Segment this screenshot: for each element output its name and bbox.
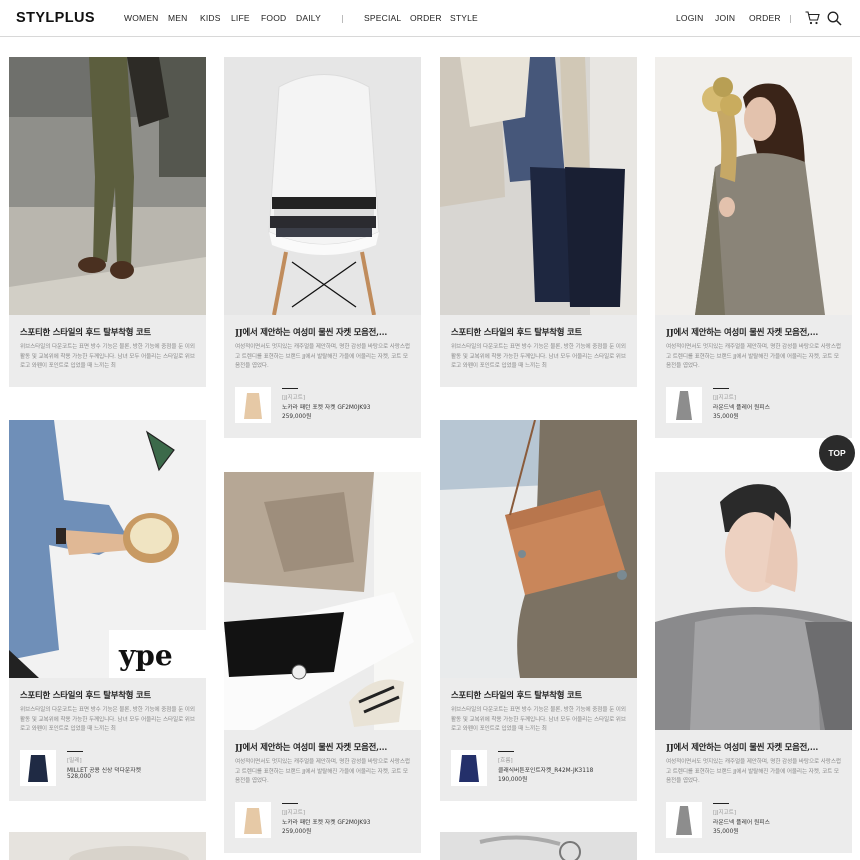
nav-order-link[interactable]: ORDER bbox=[749, 13, 781, 23]
product-price: 528,000 bbox=[67, 774, 91, 780]
article-description: 위브스타일의 다운코트는 표면 방수 기능은 물론, 방한 기능에 중점을 둔 … bbox=[451, 707, 626, 732]
product-thumbnail[interactable] bbox=[235, 387, 271, 423]
product-divider bbox=[498, 751, 514, 752]
article-title[interactable]: JJ에서 제안하는 여성미 물씬 자켓 모음전,... bbox=[666, 326, 846, 338]
product-divider bbox=[713, 388, 729, 389]
product-divider bbox=[282, 803, 298, 804]
nav-women[interactable]: WOMEN bbox=[124, 13, 159, 23]
product-brand: [JJ지고트] bbox=[713, 395, 737, 401]
site-logo[interactable]: STYLPLUS bbox=[16, 10, 95, 26]
product-name[interactable]: 노카라 패턴 포켓 자켓 GF2M0JK93 bbox=[282, 817, 370, 826]
product-name[interactable]: 노카라 패턴 포켓 자켓 GF2M0JK93 bbox=[282, 402, 370, 411]
article-description: 여성적이면서도 멋지있는 캐주얼을 제안하며, 명한 감성을 바탕으로 사랑스럽… bbox=[235, 344, 410, 369]
article-title[interactable]: 스포티한 스타일의 후드 탈부착형 코트 bbox=[451, 689, 631, 701]
article-image bbox=[9, 57, 206, 315]
product-brand: [흐름] bbox=[498, 758, 513, 764]
product-name[interactable]: 라운드넥 플레어 원피스 bbox=[713, 402, 770, 411]
product-item[interactable]: [JJ지고트] 라운드넥 플레어 원피스 35,000원 bbox=[666, 387, 846, 423]
article-image: ype bbox=[9, 420, 206, 678]
nav-life[interactable]: LIFE bbox=[231, 13, 250, 23]
nav-food[interactable]: FOOD bbox=[261, 13, 286, 23]
article-card[interactable]: JJ에서 제안하는 여성미 물씬 자켓 모음전,... 여성적이면서도 멋지있는… bbox=[224, 57, 421, 438]
product-brand: [JJ지고트] bbox=[282, 395, 306, 401]
cart-icon[interactable] bbox=[805, 11, 820, 25]
article-image bbox=[224, 472, 421, 730]
nav-join[interactable]: JOIN bbox=[715, 13, 735, 23]
product-thumbnail[interactable] bbox=[666, 387, 702, 423]
article-card[interactable] bbox=[9, 832, 206, 860]
product-price: 190,000원 bbox=[498, 777, 528, 783]
product-price: 259,000원 bbox=[282, 829, 312, 835]
article-card[interactable]: 스포티한 스타일의 후드 탈부착형 코트 위브스타일의 다운코트는 표면 방수 … bbox=[440, 420, 637, 801]
article-card[interactable] bbox=[440, 832, 637, 860]
article-description: 여성적이면서도 멋지있는 캐주얼을 제안하며, 명한 감성을 바탕으로 사랑스럽… bbox=[666, 344, 841, 369]
product-brand: [밀레] bbox=[67, 758, 82, 764]
product-price: 35,000원 bbox=[713, 829, 739, 835]
nav-divider bbox=[342, 15, 343, 23]
nav-daily[interactable]: DAILY bbox=[296, 13, 321, 23]
article-card[interactable]: ype 스포티한 스타일의 후드 탈부착형 코트 위브스타일의 다운코트는 표면… bbox=[9, 420, 206, 801]
article-title[interactable]: JJ에서 제안하는 여성미 물씬 자켓 모음전,... bbox=[235, 741, 415, 753]
product-price: 35,000원 bbox=[713, 414, 739, 420]
search-icon[interactable] bbox=[827, 11, 842, 26]
product-item[interactable]: [JJ지고트] 노카라 패턴 포켓 자켓 GF2M0JK93 259,000원 bbox=[235, 802, 415, 838]
article-title[interactable]: 스포티한 스타일의 후드 탈부착형 코트 bbox=[451, 326, 631, 338]
article-image bbox=[655, 57, 852, 315]
product-brand: [JJ지고트] bbox=[713, 810, 737, 816]
nav-divider bbox=[790, 15, 791, 23]
article-description: 여성적이면서도 멋지있는 캐주얼을 제안하며, 명한 감성을 바탕으로 사랑스럽… bbox=[235, 759, 410, 784]
nav-style[interactable]: STYLE bbox=[450, 13, 478, 23]
article-image bbox=[655, 472, 852, 730]
product-brand: [JJ지고트] bbox=[282, 810, 306, 816]
article-title[interactable]: JJ에서 제안하는 여성미 물씬 자켓 모음전,... bbox=[235, 326, 415, 338]
nav-men[interactable]: MEN bbox=[168, 13, 188, 23]
svg-text:ype: ype bbox=[118, 639, 173, 672]
product-item[interactable]: [JJ지고트] 노카라 패턴 포켓 자켓 GF2M0JK93 259,000원 bbox=[235, 387, 415, 423]
article-image bbox=[440, 57, 637, 315]
article-card[interactable]: JJ에서 제안하는 여성미 물씬 자켓 모음전,... 여성적이면서도 멋지있는… bbox=[655, 57, 852, 438]
article-description: 여성적이면서도 멋지있는 캐주얼을 제안하며, 명한 감성을 바탕으로 사랑스럽… bbox=[666, 759, 841, 784]
nav-special[interactable]: SPECIAL bbox=[364, 13, 401, 23]
scroll-top-button[interactable]: TOP bbox=[819, 435, 855, 471]
product-name[interactable]: 라운드넥 플레어 원피스 bbox=[713, 817, 770, 826]
article-image bbox=[440, 420, 637, 678]
nav-login[interactable]: LOGIN bbox=[676, 13, 703, 23]
product-item[interactable]: [JJ지고트] 라운드넥 플레어 원피스 35,000원 bbox=[666, 802, 846, 838]
product-divider bbox=[282, 388, 298, 389]
product-item[interactable]: [흐름] 클래식버튼포인트자켓_R42M-JK3118 190,000원 bbox=[451, 750, 631, 786]
article-title[interactable]: 스포티한 스타일의 후드 탈부착형 코트 bbox=[20, 326, 200, 338]
article-image bbox=[224, 57, 421, 315]
article-card[interactable]: JJ에서 제안하는 여성미 물씬 자켓 모음전,... 여성적이면서도 멋지있는… bbox=[224, 472, 421, 853]
product-item[interactable]: [밀레] MILLET 공용 신상 덕다운자켓 528,000 bbox=[20, 750, 200, 786]
product-divider bbox=[713, 803, 729, 804]
product-price: 259,000원 bbox=[282, 414, 312, 420]
product-divider bbox=[67, 751, 83, 752]
article-card[interactable]: 스포티한 스타일의 후드 탈부착형 코트 위브스타일의 다운코트는 표면 방수 … bbox=[9, 57, 206, 387]
article-card[interactable]: 스포티한 스타일의 후드 탈부착형 코트 위브스타일의 다운코트는 표면 방수 … bbox=[440, 57, 637, 387]
product-thumbnail[interactable] bbox=[235, 802, 271, 838]
product-name[interactable]: MILLET 공용 신상 덕다운자켓 bbox=[67, 765, 141, 774]
article-description: 위브스타일의 다운코트는 표면 방수 기능은 물론, 방한 기능에 중점을 둔 … bbox=[20, 707, 195, 732]
article-card[interactable]: JJ에서 제안하는 여성미 물씬 자켓 모음전,... 여성적이면서도 멋지있는… bbox=[655, 472, 852, 853]
article-title[interactable]: JJ에서 제안하는 여성미 물씬 자켓 모음전,... bbox=[666, 741, 846, 753]
article-description: 위브스타일의 다운코트는 표면 방수 기능은 물론, 방한 기능에 중점을 둔 … bbox=[451, 344, 626, 369]
nav-kids[interactable]: KIDS bbox=[200, 13, 221, 23]
product-thumbnail[interactable] bbox=[20, 750, 56, 786]
article-description: 위브스타일의 다운코트는 표면 방수 기능은 물론, 방한 기능에 중점을 둔 … bbox=[20, 344, 195, 369]
product-thumbnail[interactable] bbox=[666, 802, 702, 838]
article-image bbox=[9, 832, 206, 860]
article-image bbox=[440, 832, 637, 860]
nav-order[interactable]: ORDER bbox=[410, 13, 442, 23]
product-name[interactable]: 클래식버튼포인트자켓_R42M-JK3118 bbox=[498, 765, 593, 774]
article-title[interactable]: 스포티한 스타일의 후드 탈부착형 코트 bbox=[20, 689, 200, 701]
product-thumbnail[interactable] bbox=[451, 750, 487, 786]
site-header: STYLPLUS WOMEN MEN KIDS LIFE FOOD DAILY … bbox=[0, 0, 860, 37]
